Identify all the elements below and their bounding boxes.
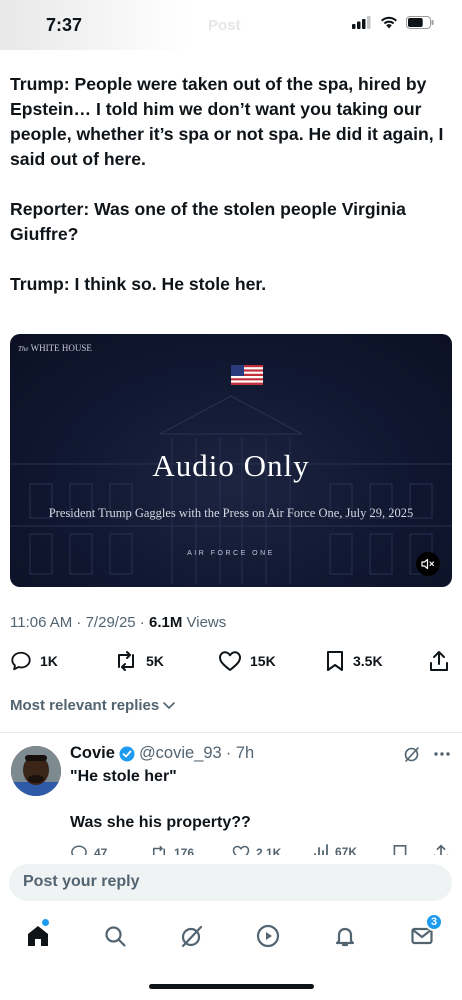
bookmark-icon <box>327 651 343 671</box>
divider <box>0 732 462 733</box>
ghost-header-title: Post <box>208 17 241 34</box>
reply-actions: 47 176 2.1K 67K <box>0 844 462 855</box>
post-paragraph: Trump: People were taken out of the spa,… <box>10 74 449 169</box>
comment-icon <box>11 651 31 671</box>
reply-reply-count: 47 <box>94 846 108 855</box>
tab-search[interactable] <box>100 921 130 951</box>
post-paragraph: Trump: I think so. He stole her. <box>10 274 267 294</box>
replies-sort-label: Most relevant replies <box>10 697 160 714</box>
tab-messages[interactable]: 3 <box>407 913 443 951</box>
verified-badge-icon <box>119 746 135 761</box>
media-tag: AIR FORCE ONE <box>187 550 275 557</box>
views-chart-icon <box>314 844 328 855</box>
reply-reply-button[interactable]: 47 <box>70 844 107 855</box>
us-flag-icon <box>231 365 263 385</box>
repost-icon <box>118 651 134 671</box>
reply-author-handle[interactable]: @covie_93 <box>139 744 222 763</box>
status-bar: 7:37 Post <box>0 0 462 50</box>
bookmark-count: 3.5K <box>353 653 383 669</box>
post-meta: 11:06 AM · 7/29/25 · 6.1M Views <box>10 614 226 631</box>
cellular-signal-icon <box>352 16 371 29</box>
bookmark-button[interactable]: 3.5K <box>325 650 383 672</box>
header-fade <box>0 0 190 50</box>
replies-sort-dropdown[interactable]: Most relevant replies <box>10 697 176 714</box>
home-icon <box>28 926 48 946</box>
search-icon <box>105 926 126 947</box>
post-text: Trump: People were taken out of the spa,… <box>10 72 456 322</box>
white-house-logo: The WHITE HOUSE <box>18 343 92 353</box>
share-button[interactable] <box>428 650 450 672</box>
tab-notifications[interactable] <box>330 921 360 951</box>
reply-tools <box>404 746 450 762</box>
share-icon <box>430 651 448 671</box>
status-icons <box>352 16 434 29</box>
reply-button[interactable]: 1K <box>10 650 58 672</box>
reply-views-button[interactable]: 67K <box>313 844 357 855</box>
bottom-tab-bar: 3 <box>0 913 462 960</box>
reply-time: · 7h <box>225 744 255 762</box>
mute-button[interactable] <box>416 552 440 576</box>
reply-text-line: "He stole her" <box>70 768 177 785</box>
comment-icon <box>71 845 87 855</box>
reply-views-count: 67K <box>335 845 358 855</box>
tab-home[interactable] <box>23 919 53 951</box>
media-subtitle: President Trump Gaggles with the Press o… <box>48 506 414 520</box>
repost-count: 5K <box>146 653 164 669</box>
reply-like-button[interactable]: 2.1K <box>232 844 281 855</box>
views-label: Views <box>182 614 227 631</box>
home-indicator <box>149 984 314 989</box>
reply-composer-input[interactable]: Post your reply <box>9 864 452 901</box>
reply-repost-count: 176 <box>174 846 195 855</box>
home-unread-dot <box>42 919 49 926</box>
post-paragraph: Reporter: Was one of the stolen people V… <box>10 199 411 244</box>
reply-author-name[interactable]: Covie <box>70 744 115 763</box>
repost-button[interactable]: 5K <box>114 650 164 672</box>
video-player[interactable]: The WHITE HOUSE Audio Only President Tru… <box>10 334 452 587</box>
reply-like-count: 2.1K <box>256 846 282 855</box>
reply-share-button[interactable] <box>432 844 450 855</box>
post-actions: 1K 5K 15K 3.5K <box>0 650 462 674</box>
reply-count: 1K <box>40 653 58 669</box>
heart-icon <box>219 651 241 671</box>
post-timestamp: 11:06 AM · 7/29/25 · <box>10 614 149 631</box>
battery-icon <box>406 16 434 29</box>
share-icon <box>433 844 449 855</box>
notifications-icon <box>335 927 355 947</box>
like-count: 15K <box>250 653 276 669</box>
status-time: 7:37 <box>46 15 83 35</box>
views-count: 6.1M <box>148 614 183 631</box>
like-button[interactable]: 15K <box>218 650 276 672</box>
tab-grok[interactable] <box>177 921 207 951</box>
reply-header: Covie @covie_93 · 7h <box>70 744 254 763</box>
repost-icon <box>153 845 165 855</box>
wifi-icon <box>381 16 397 29</box>
reply-item[interactable]: Covie @covie_93 · 7h "He stole her" Was … <box>0 740 462 855</box>
tab-video[interactable] <box>253 921 283 951</box>
avatar-image <box>11 746 61 796</box>
heart-icon <box>232 845 250 855</box>
reply-text-line: Was she his property?? <box>70 814 251 831</box>
media-title: Audio Only <box>152 448 310 483</box>
grok-icon[interactable] <box>404 746 420 762</box>
video-icon <box>256 924 280 948</box>
reply-bookmark-button[interactable] <box>392 844 408 855</box>
reply-repost-button[interactable]: 176 <box>150 844 194 855</box>
avatar[interactable] <box>11 746 61 796</box>
grok-icon <box>181 925 203 948</box>
messages-badge: 3 <box>425 913 443 931</box>
more-options-icon[interactable] <box>434 752 450 756</box>
speaker-muted-icon <box>421 558 435 570</box>
chevron-down-icon <box>163 701 176 709</box>
reply-composer-placeholder: Post your reply <box>23 873 140 890</box>
bookmark-icon <box>393 845 407 855</box>
